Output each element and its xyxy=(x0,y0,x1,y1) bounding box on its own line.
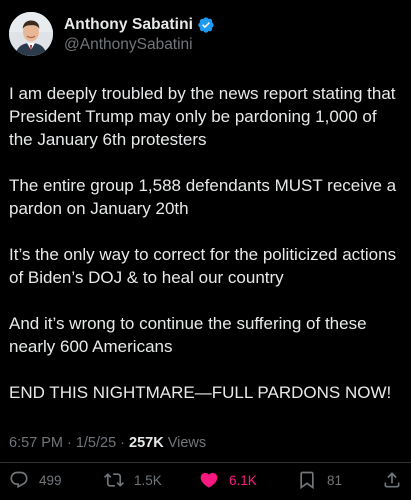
tweet-paragraph: END THIS NIGHTMARE—FULL PARDONS NOW! xyxy=(9,383,392,402)
share-button[interactable] xyxy=(382,470,402,490)
author-names: Anthony Sabatini @AnthonySabatini xyxy=(64,14,215,54)
verified-badge-icon xyxy=(197,16,215,34)
action-bar: 499 1.5K 6.1K 81 xyxy=(9,466,404,494)
tweet-paragraph: And it’s wrong to continue the suffering… xyxy=(9,314,367,356)
author-display-name[interactable]: Anthony Sabatini xyxy=(64,16,193,34)
tweet-time[interactable]: 6:57 PM xyxy=(9,435,63,451)
reply-icon xyxy=(9,470,29,490)
tweet-meta: 6:57 PM · 1/5/25 · 257K Views xyxy=(9,435,206,451)
heart-icon xyxy=(199,470,219,490)
repost-button[interactable]: 1.5K xyxy=(104,470,162,490)
bookmark-count: 81 xyxy=(327,472,343,488)
repost-count: 1.5K xyxy=(134,472,162,488)
tweet-paragraph: It’s the only way to correct for the pol… xyxy=(9,245,397,287)
like-count: 6.1K xyxy=(229,472,257,488)
like-button[interactable]: 6.1K xyxy=(199,470,257,490)
meta-separator: · xyxy=(120,435,126,451)
name-row: Anthony Sabatini xyxy=(64,14,215,35)
avatar[interactable] xyxy=(9,12,53,56)
tweet-paragraph: The entire group 1,588 defendants MUST r… xyxy=(9,176,397,218)
tweet: Anthony Sabatini @AnthonySabatini I am d… xyxy=(0,0,411,500)
tweet-date[interactable]: 1/5/25 xyxy=(76,435,116,451)
views-count: 257K xyxy=(129,435,164,451)
tweet-paragraph: I am deeply troubled by the news report … xyxy=(9,84,396,149)
repost-icon xyxy=(104,470,124,490)
tweet-header: Anthony Sabatini @AnthonySabatini xyxy=(9,12,215,56)
bookmark-button[interactable]: 81 xyxy=(297,470,342,490)
share-icon xyxy=(382,470,402,490)
divider xyxy=(0,462,411,463)
bookmark-icon xyxy=(297,470,317,490)
tweet-text: I am deeply troubled by the news report … xyxy=(9,82,403,427)
views-label: Views xyxy=(167,435,207,451)
reply-count: 499 xyxy=(39,472,62,488)
meta-separator: · xyxy=(67,435,72,451)
reply-button[interactable]: 499 xyxy=(9,470,62,490)
author-handle[interactable]: @AnthonySabatini xyxy=(64,36,215,54)
